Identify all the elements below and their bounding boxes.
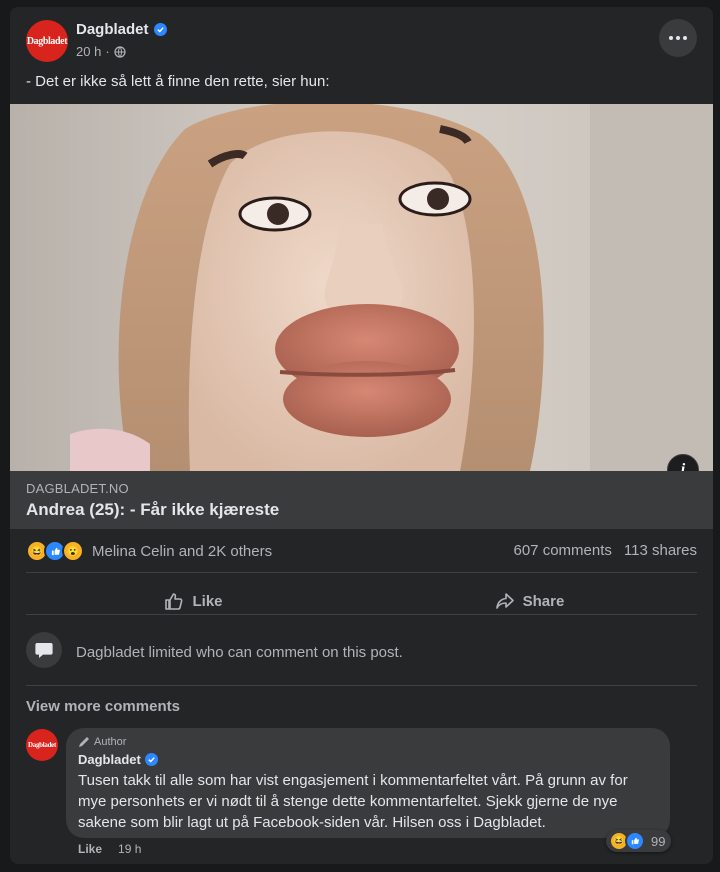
reactors-text[interactable]: Melina Celin and 2K others [92, 543, 272, 560]
comment-reaction-count: 99 [651, 833, 666, 849]
engagement-counts: 607 comments 113 shares [514, 542, 698, 559]
comment-limit-icon [26, 632, 62, 668]
share-arrow-icon [495, 593, 514, 609]
page-name[interactable]: Dagbladet [76, 21, 149, 38]
globe-icon [114, 45, 126, 58]
reaction-summary[interactable]: 😆 😮 Melina Celin and 2K others [26, 540, 272, 562]
divider [26, 685, 697, 686]
link-preview[interactable]: DAGBLADET.NO Andrea (25): - Får ikke kjæ… [10, 471, 713, 529]
thumbs-up-icon [165, 593, 183, 610]
comment-bubble: Author Dagbladet Tusen takk til alle som… [66, 728, 670, 838]
comment-text: Tusen takk til alle som har vist engasje… [78, 772, 628, 831]
article-image[interactable]: i [10, 104, 713, 471]
comment-like-button[interactable]: Like [78, 842, 102, 856]
commenter-name[interactable]: Dagbladet [78, 752, 141, 767]
author-tag-label: Author [94, 736, 127, 748]
post-time[interactable]: 20 h [76, 44, 101, 59]
divider [26, 572, 697, 573]
commenter-avatar[interactable]: Dagbladet [26, 729, 58, 761]
share-label: Share [522, 592, 565, 610]
view-more-comments-link[interactable]: View more comments [26, 698, 180, 715]
dot-icon [683, 36, 687, 40]
verified-badge-icon [153, 23, 167, 36]
comment-reactions[interactable]: 😆 99 [606, 830, 672, 852]
pencil-icon [79, 737, 89, 747]
comment-time[interactable]: 19 h [118, 842, 141, 856]
post-text: - Det er ikke så lett å finne den rette,… [26, 73, 330, 90]
like-label: Like [192, 592, 223, 610]
link-headline[interactable]: Andrea (25): - Får ikke kjæreste [26, 500, 279, 520]
post-meta: 20 h · [76, 44, 126, 59]
avatar-logo-text: Dagbladet [27, 741, 57, 749]
comments-count[interactable]: 607 comments [514, 542, 612, 559]
more-options-button[interactable] [659, 19, 697, 57]
avatar-logo-text: Dagbladet [26, 35, 68, 47]
dot-icon [669, 36, 673, 40]
page-name-row: Dagbladet [76, 21, 167, 38]
commenter-name-row: Dagbladet [78, 752, 158, 767]
verified-badge-icon [144, 753, 158, 766]
wow-reaction-icon: 😮 [62, 540, 84, 562]
portrait-photo [10, 104, 713, 471]
page-avatar[interactable]: Dagbladet [26, 20, 68, 62]
shares-count[interactable]: 113 shares [624, 542, 697, 559]
dot-icon [676, 36, 680, 40]
author-tag: Author [78, 736, 126, 748]
comment-limit-notice: Dagbladet limited who can comment on thi… [76, 644, 403, 661]
link-domain: DAGBLADET.NO [26, 481, 129, 496]
divider [26, 614, 697, 615]
post-card: Dagbladet Dagbladet 20 h · - Det er ikke… [10, 7, 713, 864]
comment-actions: Like 19 h [78, 842, 141, 856]
like-reaction-icon [625, 831, 645, 851]
